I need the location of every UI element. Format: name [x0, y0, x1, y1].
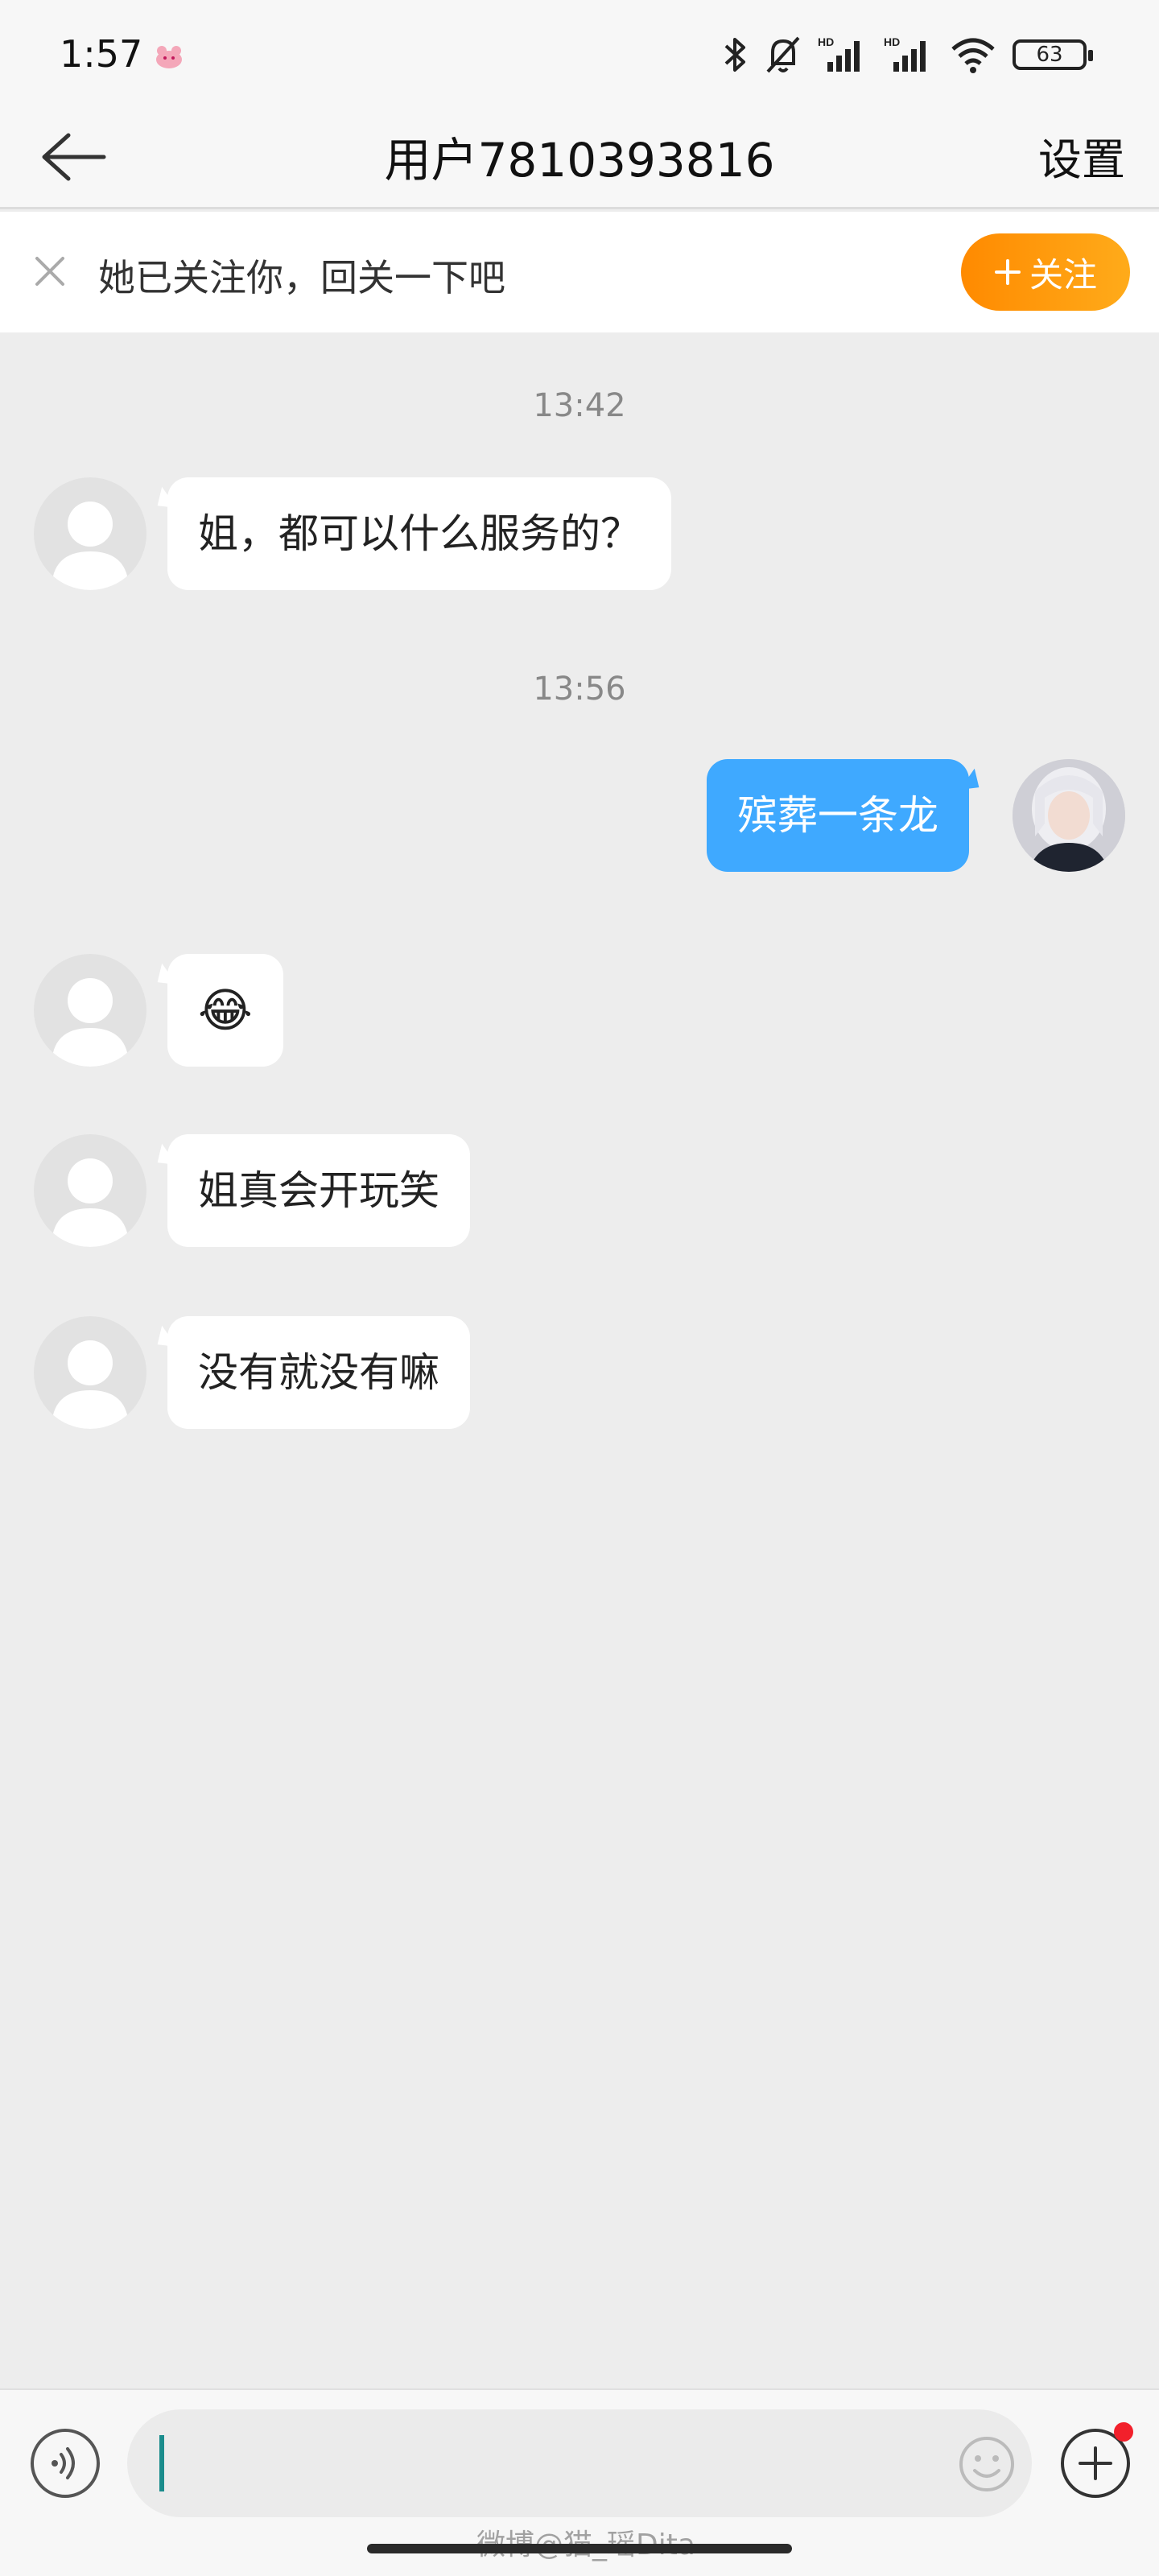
wifi-icon — [951, 38, 995, 73]
banner-text: 她已关注你，回关一下吧 — [98, 256, 505, 299]
text-caret — [159, 2435, 164, 2491]
signal-hd-icon: HD — [818, 35, 860, 72]
bell-muted-icon — [766, 36, 800, 73]
status-icons: HD HD 63 — [721, 32, 1093, 77]
default-avatar-icon — [52, 978, 129, 1067]
nav-bar: 用户7810393816 设置 — [0, 105, 1159, 209]
status-bar: 1:57 HD HD 63 — [0, 0, 1159, 105]
follow-button[interactable]: 关注 — [961, 233, 1130, 311]
timestamp: 13:42 — [533, 387, 626, 424]
message-bubble-incoming[interactable]: 姐真会开玩笑 — [167, 1134, 470, 1247]
page-title: 用户7810393816 — [384, 133, 775, 188]
chat-area[interactable]: 13:42 姐，都可以什么服务的？ 13:56 殡葬一条龙 😂 姐真会开玩笑 没… — [0, 332, 1159, 2388]
default-avatar-icon — [52, 1340, 129, 1429]
message-bubble-incoming[interactable]: 😂 — [167, 954, 283, 1067]
follow-button-label: 关注 — [1029, 254, 1097, 295]
contact-avatar[interactable] — [34, 477, 146, 590]
close-icon[interactable] — [31, 252, 69, 291]
battery-icon: 63 — [1013, 39, 1093, 70]
home-indicator[interactable] — [367, 2544, 792, 2553]
message-bubble-outgoing[interactable]: 殡葬一条龙 — [707, 759, 969, 872]
timestamp: 13:56 — [533, 671, 626, 708]
plus-icon — [1079, 2446, 1112, 2480]
message-bubble-incoming[interactable]: 姐，都可以什么服务的？ — [167, 477, 671, 590]
default-avatar-icon — [52, 502, 129, 590]
user-photo-icon — [1013, 759, 1125, 872]
follow-back-banner: 她已关注你，回关一下吧 关注 — [0, 212, 1159, 332]
contact-avatar[interactable] — [34, 954, 146, 1067]
arrow-left-icon — [42, 133, 106, 181]
bluetooth-icon — [724, 38, 745, 72]
watermark: 微博@猫_瑶Dita — [476, 2521, 695, 2563]
self-avatar[interactable] — [1013, 759, 1125, 872]
notification-dot — [1114, 2422, 1133, 2442]
battery-level: 63 — [1036, 43, 1063, 67]
plus-icon — [994, 259, 1021, 285]
status-time: 1:57 — [60, 32, 143, 76]
contact-avatar[interactable] — [34, 1316, 146, 1429]
contact-avatar[interactable] — [34, 1134, 146, 1247]
message-input[interactable] — [127, 2409, 1032, 2517]
voice-wave-icon — [52, 2447, 75, 2479]
pet-icon — [156, 46, 182, 68]
back-button[interactable] — [32, 121, 113, 193]
svg-text:HD: HD — [884, 35, 900, 48]
settings-button[interactable]: 设置 — [1038, 124, 1125, 188]
message-bubble-incoming[interactable]: 没有就没有嘛 — [167, 1316, 470, 1429]
default-avatar-icon — [52, 1158, 129, 1247]
emoji-icon[interactable] — [958, 2435, 1016, 2493]
svg-text:HD: HD — [818, 35, 834, 48]
signal-hd-icon-2: HD — [884, 35, 926, 72]
voice-button[interactable] — [31, 2429, 100, 2498]
